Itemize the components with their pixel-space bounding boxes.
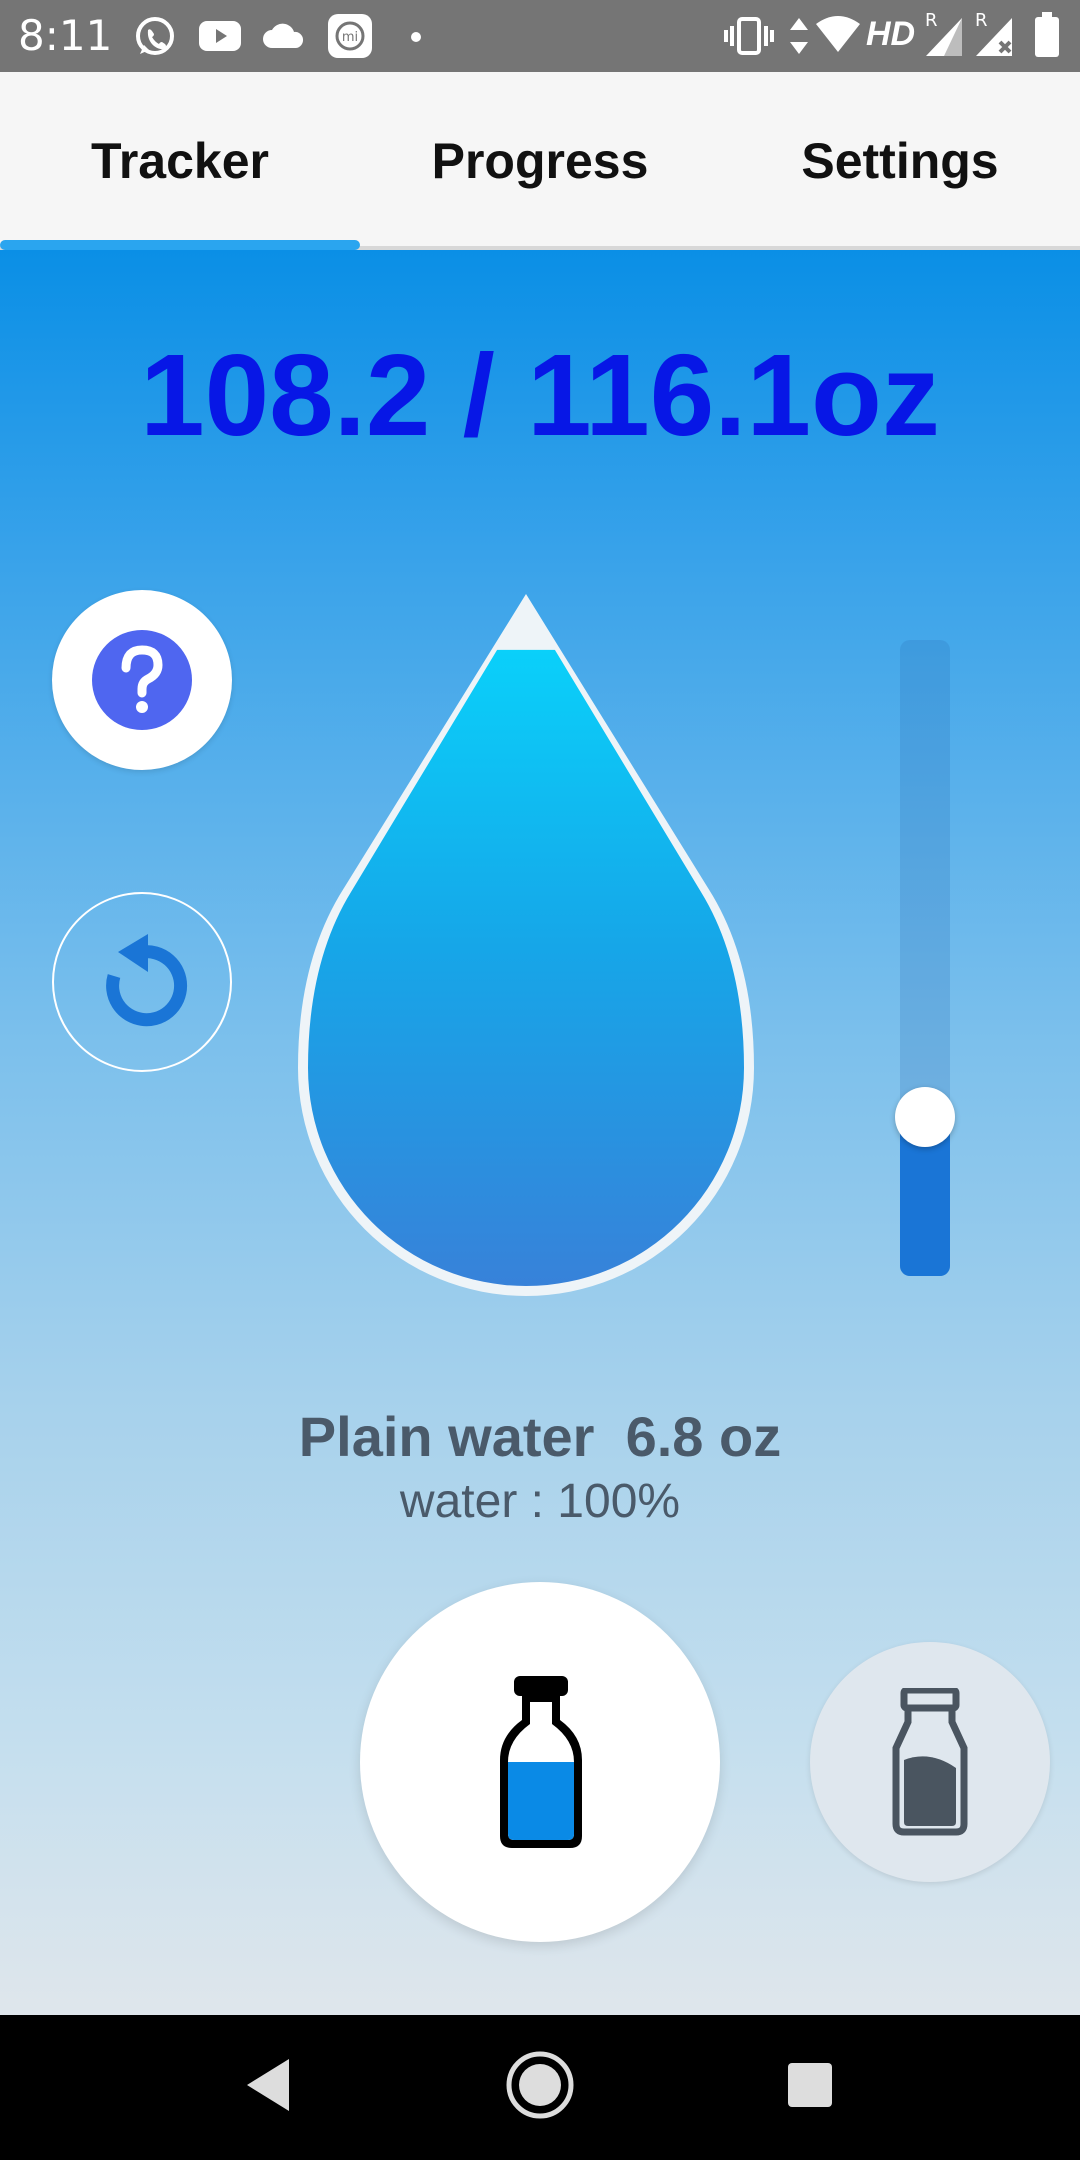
back-icon <box>243 2057 293 2118</box>
water-bottle-icon <box>496 1674 586 1855</box>
youtube-icon <box>198 20 242 57</box>
drop-water-fill <box>308 649 744 1286</box>
system-nav-bar <box>0 2015 1080 2160</box>
recents-button[interactable] <box>740 2015 880 2160</box>
whatsapp-icon <box>132 14 178 65</box>
amount-slider-thumb[interactable] <box>895 1087 955 1147</box>
mi-app-icon: mi <box>326 12 374 65</box>
water-drop-gauge[interactable] <box>296 590 756 1312</box>
drink-composition: water : 100% <box>399 1475 681 1528</box>
dot-icon <box>410 30 422 48</box>
tab-selected-indicator <box>0 240 360 250</box>
status-time: 8:11 <box>18 11 113 60</box>
cloud-icon <box>262 20 306 55</box>
home-button[interactable] <box>470 2015 610 2160</box>
signal-icon: R <box>922 10 968 63</box>
tab-settings[interactable]: Settings <box>720 72 1080 250</box>
help-button[interactable] <box>52 590 232 770</box>
tab-progress[interactable]: Progress <box>360 72 720 250</box>
container-select-button[interactable] <box>810 1642 1050 1882</box>
svg-text:mi: mi <box>342 30 358 45</box>
undo-button[interactable] <box>52 892 232 1072</box>
data-arrows-icon <box>788 16 810 61</box>
tab-tracker[interactable]: Tracker <box>0 72 360 250</box>
back-button[interactable] <box>198 2015 338 2160</box>
battery-icon <box>1034 12 1060 63</box>
question-icon <box>92 630 192 735</box>
status-bar: 8:11 mi HD R R <box>0 0 1080 72</box>
svg-text:R: R <box>975 10 988 31</box>
add-drink-button[interactable] <box>360 1582 720 1942</box>
signal-no-data-icon: R <box>972 10 1018 63</box>
milk-bottle-icon <box>890 1686 970 1841</box>
drink-name-amount: Plain water 6.8 oz <box>298 1405 782 1468</box>
wifi-icon <box>814 14 862 59</box>
vibrate-icon <box>724 16 774 61</box>
home-icon <box>505 2050 575 2125</box>
tab-bar: Tracker Progress Settings <box>0 72 1080 250</box>
daily-total-label: 108.2 / 116.1oz <box>140 330 940 460</box>
hd-icon: HD <box>866 15 916 53</box>
undo-icon <box>84 924 200 1045</box>
svg-text:R: R <box>925 10 938 31</box>
recents-icon <box>786 2061 834 2114</box>
